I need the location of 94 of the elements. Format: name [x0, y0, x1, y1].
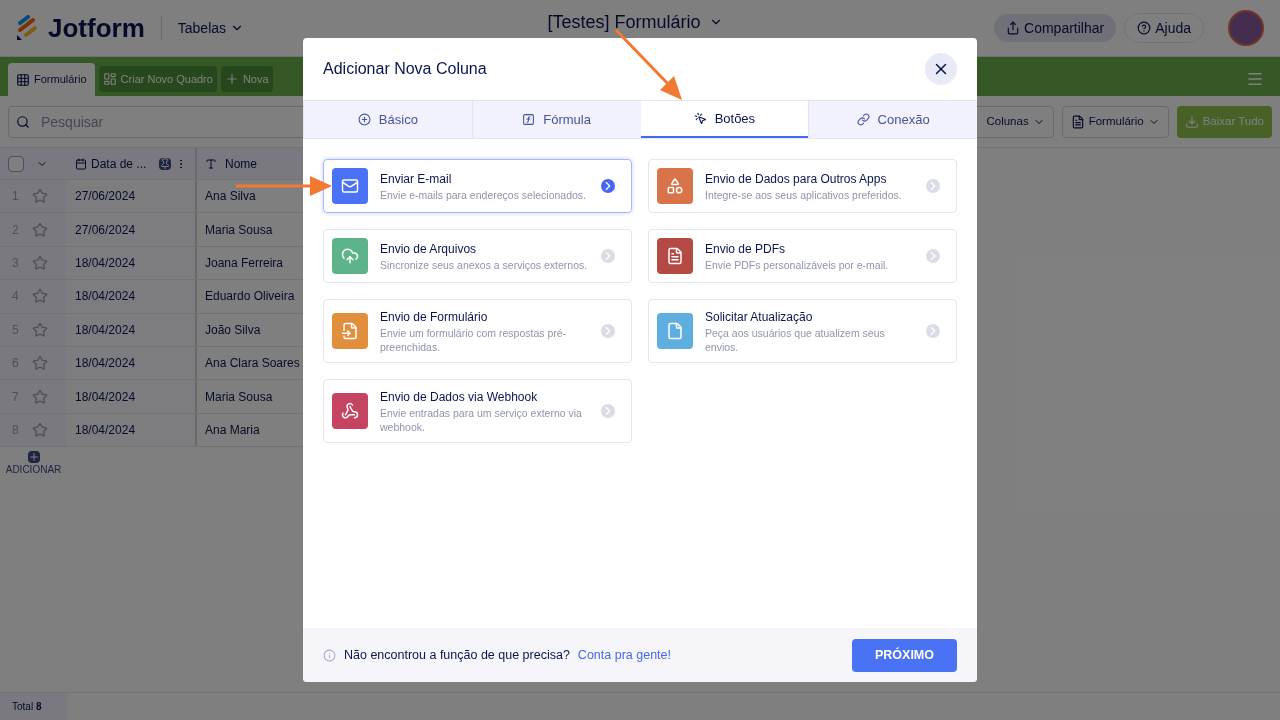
- form-title[interactable]: [Testes] Formulário: [547, 8, 723, 36]
- select-all-checkbox[interactable]: [8, 155, 24, 172]
- dialog-tab[interactable]: Fórmula: [471, 101, 641, 138]
- table-cell: Ana Silva: [205, 188, 256, 205]
- feedback-link[interactable]: Conta pra gente!: [577, 645, 671, 665]
- search-icon: [16, 114, 30, 129]
- table-cell: 18/04/2024: [75, 288, 136, 305]
- chevron-right-icon: [601, 324, 615, 338]
- option-description: Envie um formulário com respostas pré-preenchidas.: [380, 326, 568, 354]
- table-cell: Ana Clara Soares: [205, 355, 300, 372]
- table-cell: 18/04/2024: [75, 421, 136, 438]
- logo-text: Jotform: [48, 11, 145, 45]
- star-icon[interactable]: [32, 188, 48, 205]
- option-card[interactable]: Enviar E-mail Envie e-mails para endereços selecionados.: [323, 159, 632, 213]
- share-icon: [1006, 21, 1021, 35]
- star-icon[interactable]: [32, 355, 48, 372]
- option-description: Envie PDFs personalizáveis por e-mail.: [705, 258, 890, 272]
- option-card[interactable]: Envio de Dados para Outros Apps Integre-se aos seus aplicativos preferidos.: [648, 159, 957, 213]
- table-cell: 18/04/2024: [75, 254, 136, 271]
- logo-icon: [16, 15, 40, 41]
- option-card[interactable]: Solicitar Atualização Peça aos usuários que atualizem seus envios.: [648, 299, 957, 363]
- table-cell: Maria Sousa: [205, 388, 273, 405]
- grid-icon: [16, 72, 30, 87]
- plus-icon: [27, 451, 40, 464]
- option-title: Envio de Arquivos: [380, 241, 478, 258]
- option-title: Enviar E-mail: [380, 171, 453, 188]
- link-icon: [856, 113, 870, 126]
- option-card[interactable]: Envio de PDFs Envie PDFs personalizáveis por e-mail.: [648, 229, 957, 283]
- column-header[interactable]: Data de ...: [67, 148, 195, 179]
- chevron-right-icon: [601, 179, 615, 193]
- option-title: Envio de Dados via Webhook: [380, 389, 539, 406]
- total-count: Total 8: [12, 700, 42, 714]
- next-button[interactable]: PRÓXIMO: [852, 638, 957, 672]
- table-cell: João Silva: [205, 321, 261, 338]
- table-cell: 27/06/2024: [75, 221, 136, 238]
- chevron-right-icon: [926, 324, 940, 338]
- column-title: Data de ...: [91, 155, 147, 172]
- help-icon: [1137, 21, 1152, 35]
- table-cell: 27/06/2024: [75, 188, 136, 205]
- board-tab[interactable]: Criar Novo Quadro: [98, 66, 217, 92]
- table-cell: Eduardo Oliveira: [205, 288, 295, 305]
- option-title: Envio de Dados para Outros Apps: [705, 171, 888, 188]
- board-tab[interactable]: Formulário: [8, 63, 95, 96]
- option-card[interactable]: Envio de Arquivos Sincronize seus anexos a serviços externos.: [323, 229, 632, 283]
- board-tab[interactable]: Nova: [220, 66, 273, 92]
- option-card[interactable]: Envio de Dados via Webhook Envie entradas para um serviço externo via webhook.: [323, 379, 632, 443]
- table-cell: Ana Maria: [205, 421, 260, 438]
- option-title: Envio de PDFs: [705, 241, 787, 258]
- pin-icon[interactable]: [159, 157, 171, 170]
- share-button[interactable]: Compartilhar: [994, 14, 1117, 42]
- option-title: Solicitar Atualização: [705, 309, 814, 326]
- board-icon: [102, 72, 117, 86]
- table-cell: 18/04/2024: [75, 388, 136, 405]
- dialog-tab[interactable]: Conexão: [808, 101, 977, 138]
- star-icon[interactable]: [32, 221, 48, 238]
- avatar[interactable]: [1228, 10, 1264, 46]
- function-icon: [522, 113, 536, 126]
- column-title: Nome: [225, 155, 257, 172]
- dialog-tab[interactable]: Básico: [303, 101, 472, 138]
- star-icon[interactable]: [32, 388, 48, 405]
- help-text: Não encontrou a função de que precisa?: [344, 646, 570, 664]
- table-cell: Joana Ferreira: [205, 254, 284, 271]
- option-title: Envio de Formulário: [380, 309, 489, 326]
- chevron-right-icon: [926, 179, 940, 193]
- chevron-right-icon: [926, 249, 940, 263]
- calendar-icon: [75, 157, 87, 170]
- table-cell: 18/04/2024: [75, 355, 136, 372]
- close-button[interactable]: [925, 53, 957, 85]
- plus-circle-icon: [357, 113, 371, 126]
- menu-icon[interactable]: [1246, 70, 1264, 88]
- view-dropdown[interactable]: Formulário: [1061, 105, 1169, 138]
- option-card[interactable]: Envio de Formulário Envie um formulário com respostas pré-preenchidas.: [323, 299, 632, 363]
- table-cell: 18/04/2024: [75, 321, 136, 338]
- option-description: Sincronize seus anexos a serviços externos.: [380, 258, 589, 272]
- document-icon: [1070, 114, 1085, 129]
- star-icon[interactable]: [32, 254, 48, 271]
- text-type-icon: [205, 157, 217, 170]
- dialog-title: Adicionar Nova Coluna: [323, 59, 487, 79]
- option-description: Integre-se aos seus aplicativos preferidos.: [705, 188, 903, 202]
- plus-icon: [224, 72, 239, 86]
- star-icon[interactable]: [32, 321, 48, 338]
- star-icon[interactable]: [32, 288, 48, 305]
- add-row-button[interactable]: ADICIONAR: [0, 447, 67, 477]
- download-icon: [1184, 114, 1199, 129]
- option-description: Envie entradas para um serviço externo via webhook.: [380, 406, 583, 434]
- star-icon[interactable]: [32, 421, 48, 438]
- table-cell: Maria Sousa: [205, 221, 273, 238]
- section-dropdown[interactable]: Tabelas: [177, 18, 245, 38]
- chevron-right-icon: [601, 249, 615, 263]
- option-description: Peça aos usuários que atualizem seus envios.: [705, 326, 886, 354]
- option-description: Envie e-mails para endereços selecionados.: [380, 188, 588, 202]
- cursor-click-icon: [693, 112, 707, 125]
- info-icon: [323, 648, 336, 662]
- chevron-right-icon: [601, 404, 615, 418]
